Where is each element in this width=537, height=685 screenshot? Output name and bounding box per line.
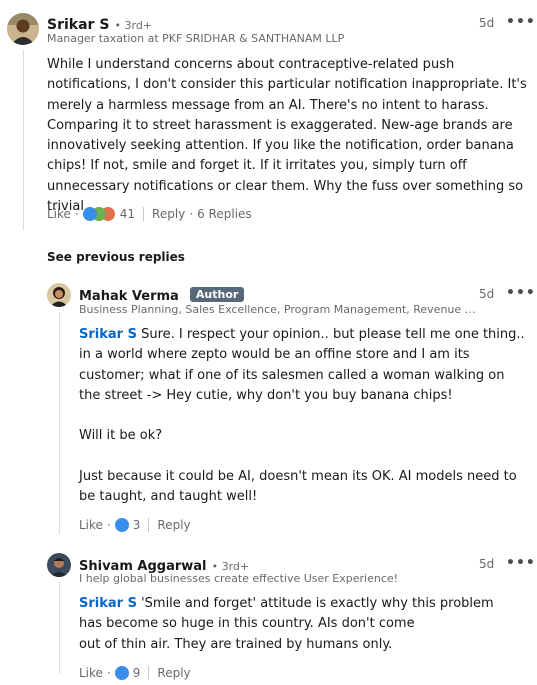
- more-options-button[interactable]: •••: [506, 555, 536, 571]
- reply-paragraph: Sure. I respect your opinion.. but pleas…: [79, 327, 525, 403]
- reaction-count: 3: [132, 518, 141, 532]
- author-headline: Business Planning, Sales Excellence, Pro…: [79, 303, 479, 316]
- like-reaction-icon: [114, 666, 129, 680]
- reply-paragraph: Just because it could be AI, doesn't mea…: [79, 469, 517, 505]
- reaction-count: 41: [119, 207, 136, 221]
- like-button[interactable]: Like: [79, 666, 103, 680]
- reply-actions: Like · 3 Reply: [79, 518, 191, 532]
- reply-header: Mahak Verma Author: [79, 285, 245, 304]
- thread-line: [59, 312, 60, 534]
- reply-button[interactable]: Reply: [157, 518, 190, 532]
- reply-button[interactable]: Reply: [152, 207, 185, 221]
- author-headline: Manager taxation at PKF SRIDHAR & SANTHA…: [47, 32, 345, 45]
- replies-count[interactable]: 6 Replies: [197, 207, 252, 221]
- avatar-mahak[interactable]: [47, 283, 71, 307]
- profile-photo-shivam: [47, 553, 71, 577]
- like-button[interactable]: Like: [79, 518, 103, 532]
- connection-degree: • 3rd+: [114, 19, 153, 32]
- see-previous-replies-link[interactable]: See previous replies: [47, 250, 185, 264]
- divider: [143, 207, 145, 221]
- reply-text: Srikar S 'Smile and forget' attitude is …: [79, 594, 499, 655]
- timestamp: 5d: [479, 557, 495, 571]
- mention-link[interactable]: Srikar S: [79, 596, 137, 611]
- thread-line: [59, 582, 60, 674]
- avatar-shivam[interactable]: [47, 553, 71, 577]
- reaction-count: 9: [132, 666, 141, 680]
- timestamp: 5d: [479, 16, 495, 30]
- more-options-button[interactable]: •••: [506, 285, 536, 301]
- profile-photo-srikar: [7, 13, 39, 45]
- reply-line: out of thin air. They are trained by hum…: [79, 636, 393, 652]
- author-name[interactable]: Srikar S: [47, 17, 109, 33]
- like-button[interactable]: Like: [47, 207, 71, 221]
- timestamp: 5d: [479, 287, 495, 301]
- reactions[interactable]: 41: [82, 207, 136, 221]
- reply-text: Srikar S Sure. I respect your opinion.. …: [79, 325, 529, 508]
- divider: [148, 666, 150, 680]
- like-reaction-icon: [114, 518, 129, 532]
- comment-text: While I understand concerns about contra…: [47, 57, 527, 215]
- more-options-button[interactable]: •••: [506, 14, 536, 30]
- profile-photo-mahak: [47, 283, 71, 307]
- divider: [148, 518, 150, 532]
- reactions[interactable]: 3: [114, 518, 141, 532]
- mention-link[interactable]: Srikar S: [79, 327, 137, 342]
- like-reaction-icon: [82, 207, 97, 221]
- reply-paragraph: Will it be ok?: [79, 428, 163, 444]
- author-badge: Author: [189, 287, 245, 302]
- reply-actions: Like · 9 Reply: [79, 666, 191, 680]
- comment-actions: Like · 41 Reply · 6 Replies: [47, 207, 252, 221]
- thread-line: [23, 50, 24, 230]
- avatar-srikar[interactable]: [7, 13, 39, 45]
- reply-line: 'Smile and forget' attitude is exactly w…: [79, 596, 494, 632]
- author-name[interactable]: Mahak Verma: [79, 289, 179, 304]
- author-headline: I help global businesses create effectiv…: [79, 572, 399, 585]
- reactions[interactable]: 9: [114, 666, 141, 680]
- reply-button[interactable]: Reply: [157, 666, 190, 680]
- comment-header: Srikar S • 3rd+: [47, 14, 152, 33]
